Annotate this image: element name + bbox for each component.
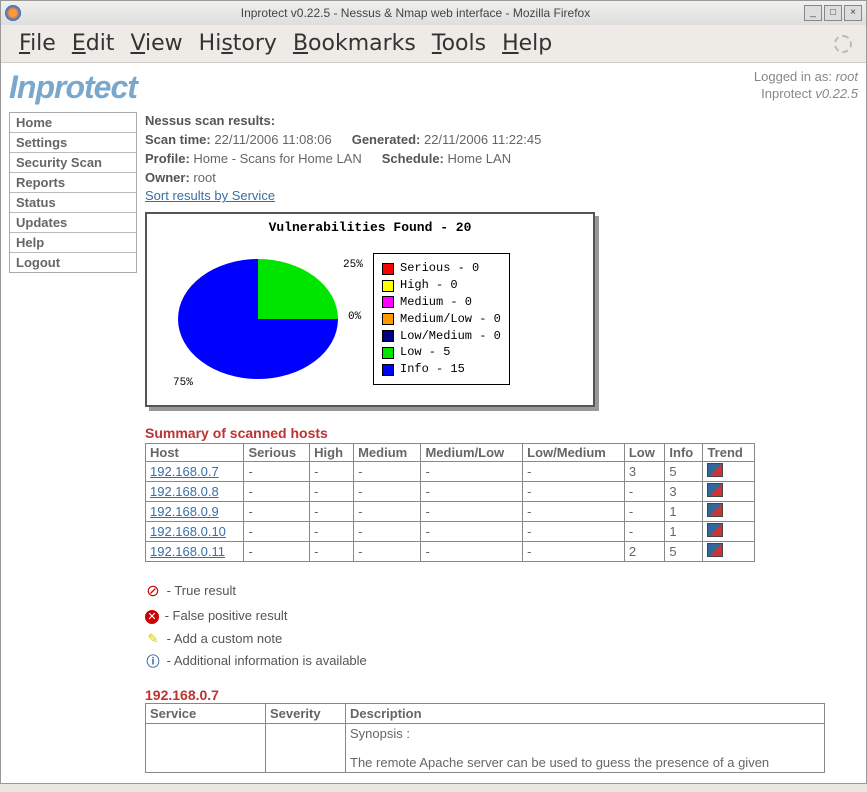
login-info: Logged in as: root Inprotect v0.22.5 (754, 69, 858, 103)
maximize-button[interactable]: □ (824, 5, 842, 21)
sort-by-service-link[interactable]: Sort results by Service (145, 188, 275, 203)
trend-icon[interactable] (707, 503, 723, 517)
scan-meta: Nessus scan results: Scan time: 22/11/20… (145, 112, 858, 206)
menu-file[interactable]: File (11, 27, 64, 60)
sidebar: Home Settings Security Scan Reports Stat… (9, 112, 137, 273)
logo: Inprotect (9, 69, 137, 106)
table-row: 192.168.0.11-----25 (146, 542, 755, 562)
check-icon: ⊘ (145, 578, 161, 605)
legend-item: Medium - 0 (382, 294, 501, 311)
legend-item: Low/Medium - 0 (382, 328, 501, 345)
page-content: Inprotect Logged in as: root Inprotect v… (1, 63, 866, 783)
legend-item: Medium/Low - 0 (382, 311, 501, 328)
firefox-icon (5, 5, 21, 21)
note-icon: ✎ (145, 628, 161, 650)
titlebar: Inprotect v0.22.5 - Nessus & Nmap web in… (1, 1, 866, 25)
detail-table: Service Severity Description Synopsis : … (145, 703, 825, 773)
firefox-window: Inprotect v0.22.5 - Nessus & Nmap web in… (0, 0, 867, 784)
trend-icon[interactable] (707, 543, 723, 557)
chart-legend: Serious - 0High - 0Medium - 0Medium/Low … (373, 253, 510, 385)
summary-title: Summary of scanned hosts (145, 425, 858, 441)
sidebar-item-settings[interactable]: Settings (10, 133, 136, 153)
trend-icon[interactable] (707, 523, 723, 537)
host-detail-title: 192.168.0.7 (145, 687, 858, 703)
throbber-icon (834, 35, 852, 53)
legend-item: Info - 15 (382, 361, 501, 378)
summary-table: HostSeriousHighMediumMedium/LowLow/Mediu… (145, 443, 755, 562)
host-link[interactable]: 192.168.0.11 (150, 544, 225, 559)
close-button[interactable]: × (844, 5, 862, 21)
vulnerabilities-chart: Vulnerabilities Found - 20 25% 0% 75% Se… (145, 212, 595, 407)
icon-legend: ⊘ - True result ✕ - False positive resul… (145, 578, 858, 673)
menu-edit[interactable]: Edit (64, 27, 123, 60)
legend-item: Serious - 0 (382, 260, 501, 277)
table-row: 192.168.0.10------1 (146, 522, 755, 542)
sidebar-item-home[interactable]: Home (10, 113, 136, 133)
menu-bookmarks[interactable]: Bookmarks (285, 27, 424, 60)
menu-tools[interactable]: Tools (424, 27, 494, 60)
table-row: 192.168.0.7-----35 (146, 462, 755, 482)
minimize-button[interactable]: _ (804, 5, 822, 21)
pie-chart: 25% 0% 75% (153, 239, 363, 399)
sidebar-item-logout[interactable]: Logout (10, 253, 136, 272)
host-link[interactable]: 192.168.0.10 (150, 524, 226, 539)
host-link[interactable]: 192.168.0.8 (150, 484, 219, 499)
menu-history[interactable]: History (191, 27, 285, 60)
sidebar-item-help[interactable]: Help (10, 233, 136, 253)
menu-help[interactable]: Help (494, 27, 560, 60)
legend-item: Low - 5 (382, 344, 501, 361)
chart-title: Vulnerabilities Found - 20 (153, 220, 587, 235)
host-link[interactable]: 192.168.0.7 (150, 464, 219, 479)
x-icon: ✕ (145, 610, 159, 624)
menu-view[interactable]: View (122, 27, 190, 60)
host-link[interactable]: 192.168.0.9 (150, 504, 219, 519)
window-controls: _ □ × (804, 5, 862, 21)
table-row: 192.168.0.8------3 (146, 482, 755, 502)
main-area: Nessus scan results: Scan time: 22/11/20… (145, 112, 858, 773)
sidebar-item-status[interactable]: Status (10, 193, 136, 213)
sidebar-item-security-scan[interactable]: Security Scan (10, 153, 136, 173)
legend-item: High - 0 (382, 277, 501, 294)
menubar: File Edit View History Bookmarks Tools H… (1, 25, 866, 63)
trend-icon[interactable] (707, 483, 723, 497)
window-title: Inprotect v0.22.5 - Nessus & Nmap web in… (27, 6, 804, 20)
table-row: 192.168.0.9------1 (146, 502, 755, 522)
sidebar-item-reports[interactable]: Reports (10, 173, 136, 193)
info-icon: ⓘ (145, 651, 161, 673)
sidebar-item-updates[interactable]: Updates (10, 213, 136, 233)
trend-icon[interactable] (707, 463, 723, 477)
